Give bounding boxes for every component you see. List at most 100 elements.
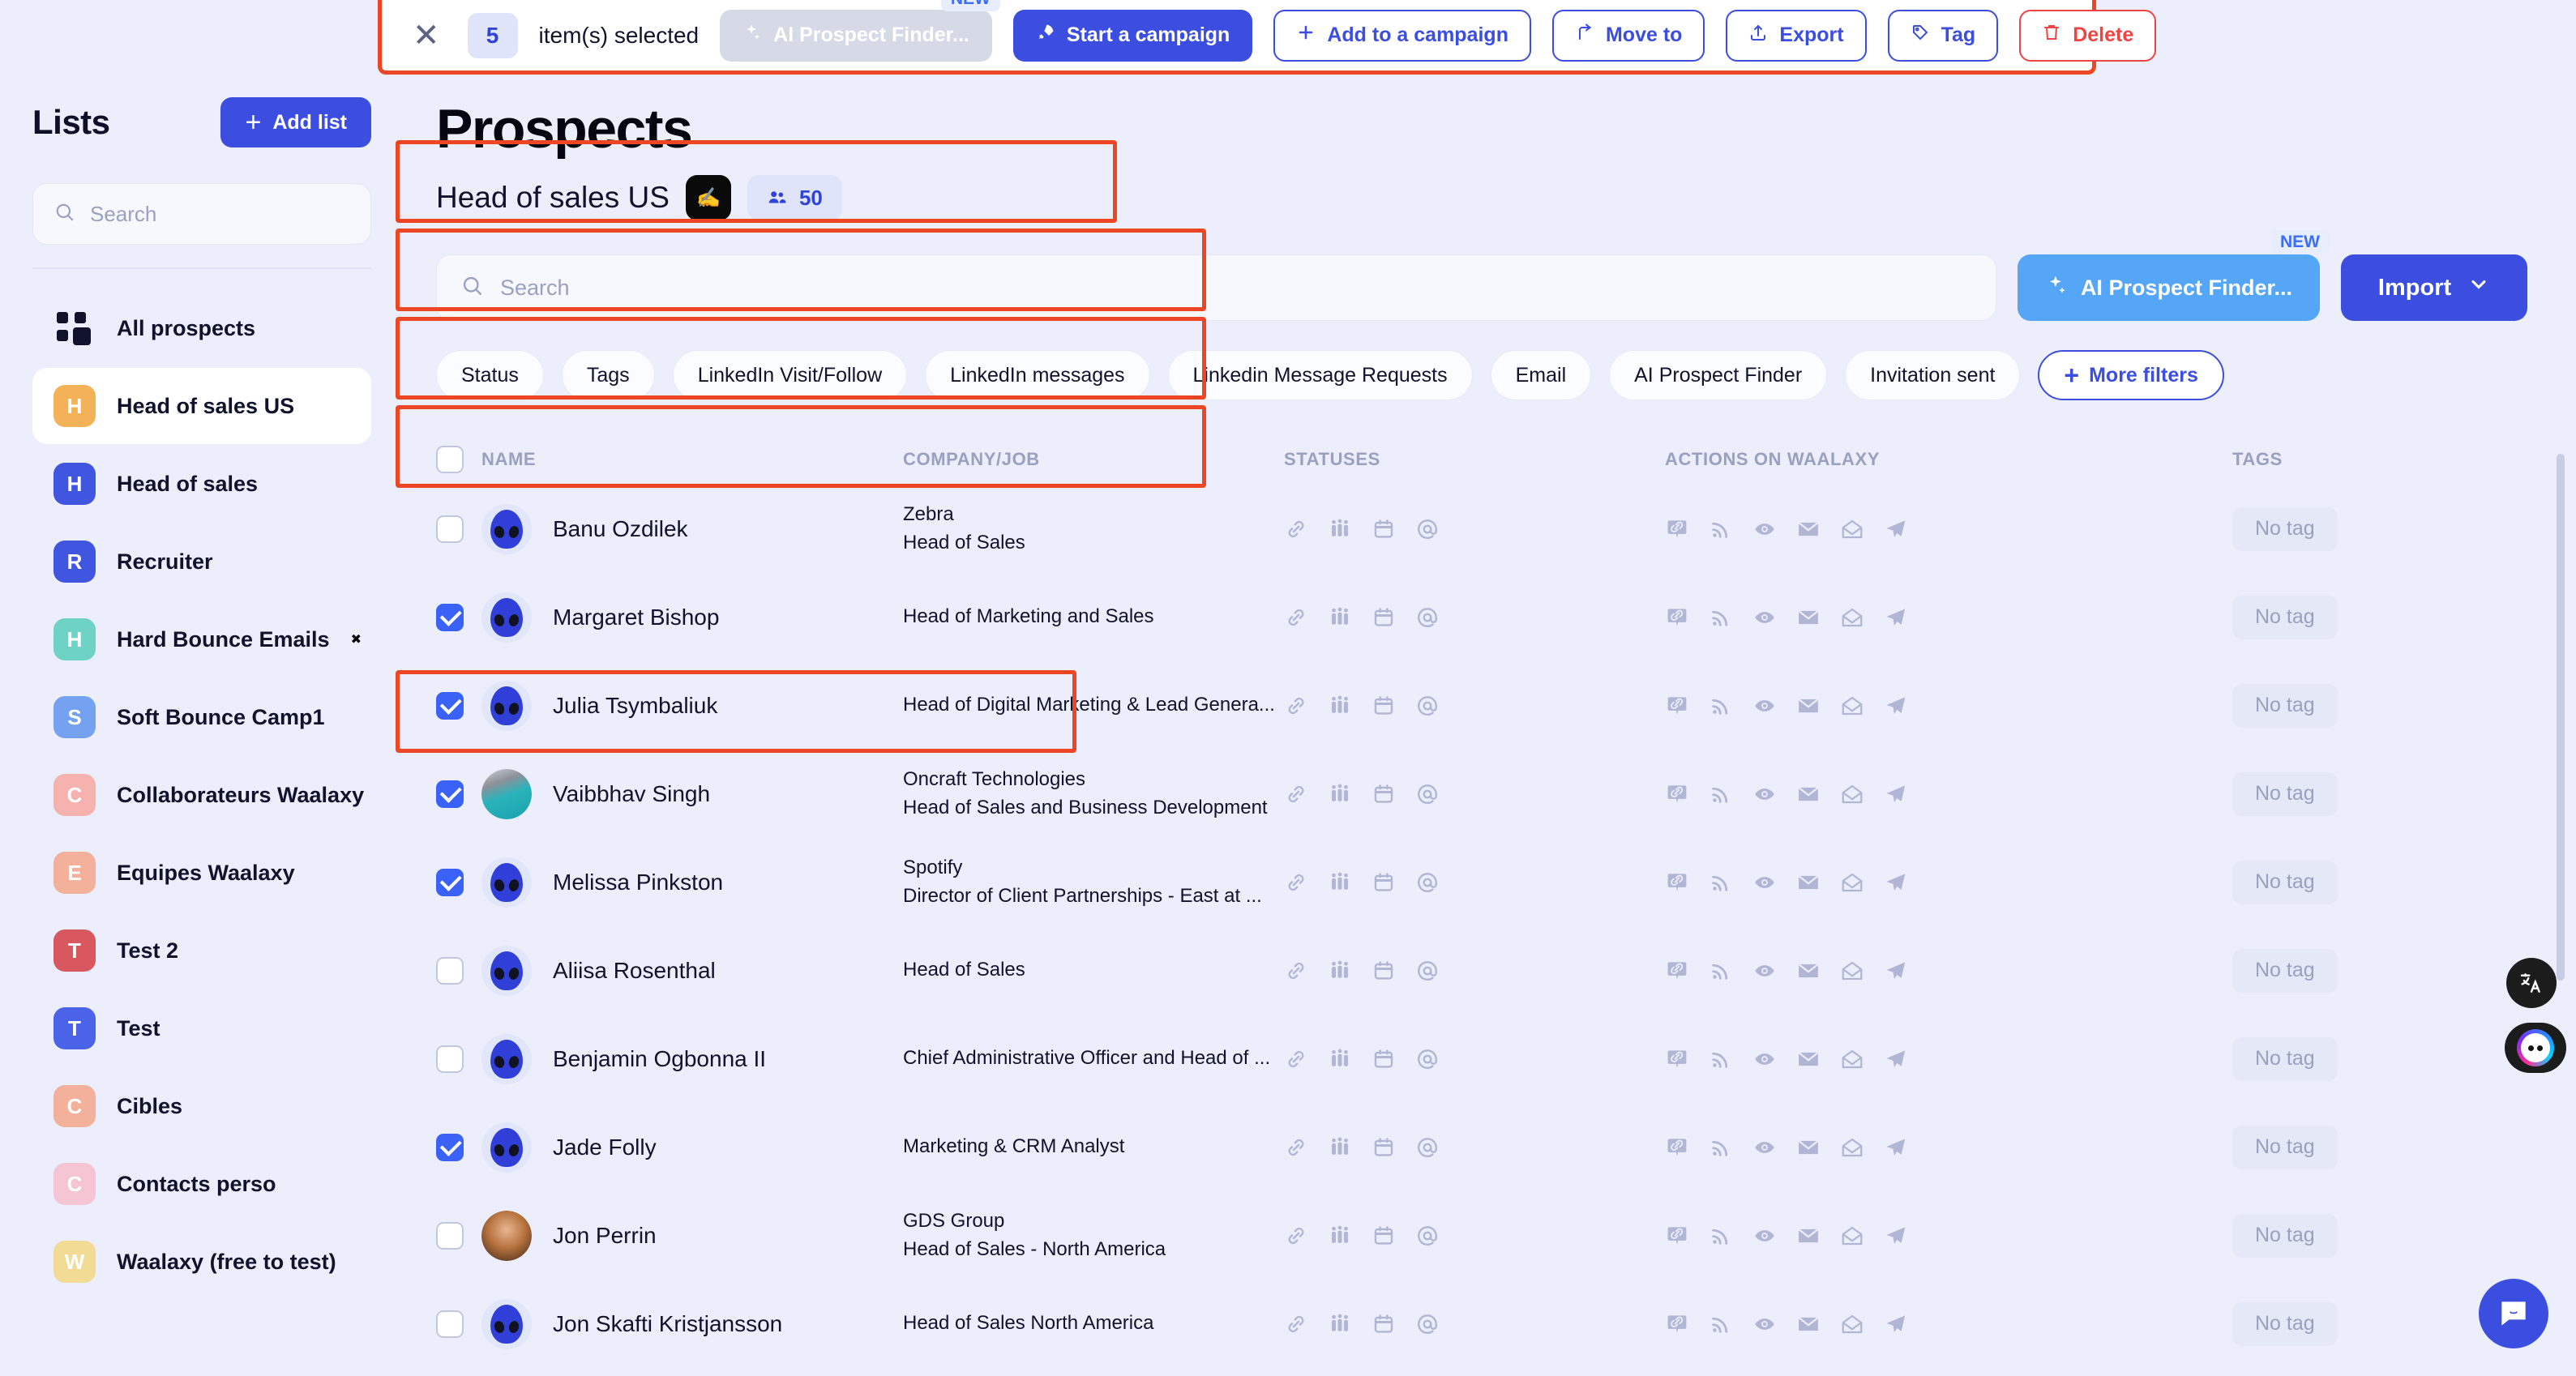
link-icon[interactable]	[1284, 782, 1308, 806]
at-icon[interactable]	[1415, 782, 1440, 806]
people-icon[interactable]	[1328, 694, 1352, 718]
sidebar-item-cibles[interactable]: C Cibles	[32, 1068, 371, 1144]
table-row[interactable]: Benjamin Ogbonna II Chief Administrative …	[436, 1015, 2527, 1103]
envelope-icon[interactable]	[1796, 1312, 1821, 1336]
delete-button[interactable]: Delete	[2019, 9, 2157, 62]
table-row[interactable]: Jon Skafti Kristjansson Head of Sales Nor…	[436, 1280, 2527, 1368]
send-icon[interactable]	[1884, 517, 1908, 541]
tag-badge[interactable]: No tag	[2232, 1036, 2338, 1081]
envelope-icon[interactable]	[1796, 517, 1821, 541]
at-icon[interactable]	[1415, 870, 1440, 895]
at-icon[interactable]	[1415, 1047, 1440, 1071]
eye-icon[interactable]	[1752, 694, 1777, 718]
sidebar-item-contacts-perso[interactable]: C Contacts perso	[32, 1146, 371, 1222]
vertical-scrollbar[interactable]	[2557, 454, 2565, 981]
link-icon[interactable]	[1284, 1312, 1308, 1336]
add-list-button[interactable]: + Add list	[220, 97, 371, 147]
message-link-icon[interactable]	[1665, 959, 1689, 983]
sidebar-item-collaborateurs-waalaxy[interactable]: C Collaborateurs Waalaxy	[32, 757, 371, 833]
sidebar-search[interactable]	[32, 183, 371, 245]
tag-badge[interactable]: No tag	[2232, 506, 2338, 551]
send-icon[interactable]	[1884, 1135, 1908, 1160]
rss-icon[interactable]	[1709, 694, 1733, 718]
row-checkbox[interactable]	[436, 515, 464, 543]
rss-icon[interactable]	[1709, 1135, 1733, 1160]
send-icon[interactable]	[1884, 1224, 1908, 1248]
calendar-icon[interactable]	[1371, 1312, 1396, 1336]
eye-icon[interactable]	[1752, 1224, 1777, 1248]
envelope-icon[interactable]	[1796, 959, 1821, 983]
row-checkbox[interactable]	[436, 603, 464, 631]
translate-button[interactable]	[2506, 958, 2557, 1008]
eye-icon[interactable]	[1752, 1135, 1777, 1160]
filter-chip-linkedin-message-requests[interactable]: Linkedin Message Requests	[1167, 350, 1473, 400]
eye-icon[interactable]	[1752, 959, 1777, 983]
sidebar-item-hard-bounce-emails[interactable]: H Hard Bounce Emails ✖	[32, 601, 371, 677]
people-icon[interactable]	[1328, 782, 1352, 806]
sidebar-item-waalaxy-free-to-test[interactable]: W Waalaxy (free to test)	[32, 1224, 371, 1300]
at-icon[interactable]	[1415, 1224, 1440, 1248]
eye-icon[interactable]	[1752, 782, 1777, 806]
envelope-icon[interactable]	[1796, 1047, 1821, 1071]
row-checkbox[interactable]	[436, 1221, 464, 1250]
people-icon[interactable]	[1328, 1312, 1352, 1336]
chat-button[interactable]	[2479, 1279, 2548, 1348]
message-link-icon[interactable]	[1665, 1224, 1689, 1248]
table-row[interactable]: Vaibbhav Singh Oncraft Technologies Head o…	[436, 750, 2527, 838]
message-link-icon[interactable]	[1665, 1312, 1689, 1336]
calendar-icon[interactable]	[1371, 605, 1396, 630]
filter-chip-tags[interactable]: Tags	[561, 350, 655, 400]
row-checkbox[interactable]	[436, 1310, 464, 1338]
send-icon[interactable]	[1884, 1047, 1908, 1071]
select-all-checkbox[interactable]	[436, 446, 464, 473]
calendar-icon[interactable]	[1371, 782, 1396, 806]
send-icon[interactable]	[1884, 694, 1908, 718]
table-row[interactable]: Jon Perrin GDS Group Head of Sales - North…	[436, 1191, 2527, 1280]
people-icon[interactable]	[1328, 870, 1352, 895]
calendar-icon[interactable]	[1371, 517, 1396, 541]
at-icon[interactable]	[1415, 1135, 1440, 1160]
open-envelope-icon[interactable]	[1840, 1224, 1864, 1248]
open-envelope-icon[interactable]	[1840, 605, 1864, 630]
rss-icon[interactable]	[1709, 605, 1733, 630]
open-envelope-icon[interactable]	[1840, 694, 1864, 718]
eye-icon[interactable]	[1752, 870, 1777, 895]
sidebar-item-equipes-waalaxy[interactable]: E Equipes Waalaxy	[32, 835, 371, 911]
at-icon[interactable]	[1415, 605, 1440, 630]
export-button[interactable]: Export	[1726, 9, 1867, 62]
tag-badge[interactable]: No tag	[2232, 1301, 2338, 1346]
link-icon[interactable]	[1284, 694, 1308, 718]
at-icon[interactable]	[1415, 959, 1440, 983]
tag-badge[interactable]: No tag	[2232, 595, 2338, 639]
import-button[interactable]: Import	[2341, 254, 2527, 321]
link-icon[interactable]	[1284, 605, 1308, 630]
message-link-icon[interactable]	[1665, 1135, 1689, 1160]
envelope-icon[interactable]	[1796, 1135, 1821, 1160]
filter-chip-linkedin-visit-follow[interactable]: LinkedIn Visit/Follow	[672, 350, 908, 400]
calendar-icon[interactable]	[1371, 1047, 1396, 1071]
filter-chip-status[interactable]: Status	[436, 350, 544, 400]
link-icon[interactable]	[1284, 870, 1308, 895]
link-icon[interactable]	[1284, 1224, 1308, 1248]
send-icon[interactable]	[1884, 959, 1908, 983]
table-row[interactable]: Aliisa Rosenthal Head of Sales No tag	[436, 926, 2527, 1015]
more-filters-button[interactable]: + More filters	[2038, 350, 2224, 400]
rss-icon[interactable]	[1709, 517, 1733, 541]
link-icon[interactable]	[1284, 959, 1308, 983]
row-checkbox[interactable]	[436, 1133, 464, 1161]
sidebar-item-head-of-sales[interactable]: H Head of sales	[32, 446, 371, 522]
table-row[interactable]: Melissa Pinkston Spotify Director of Clien…	[436, 838, 2527, 926]
message-link-icon[interactable]	[1665, 605, 1689, 630]
at-icon[interactable]	[1415, 517, 1440, 541]
filter-chip-invitation-sent[interactable]: Invitation sent	[1845, 350, 2021, 400]
open-envelope-icon[interactable]	[1840, 782, 1864, 806]
move-to-button[interactable]: Move to	[1551, 9, 1705, 62]
at-icon[interactable]	[1415, 694, 1440, 718]
open-envelope-icon[interactable]	[1840, 959, 1864, 983]
send-icon[interactable]	[1884, 870, 1908, 895]
rss-icon[interactable]	[1709, 1224, 1733, 1248]
envelope-icon[interactable]	[1796, 782, 1821, 806]
people-icon[interactable]	[1328, 1224, 1352, 1248]
table-row[interactable]: Banu Ozdilek Zebra Head of Sales No tag	[436, 485, 2527, 573]
ninja-assistant-button[interactable]	[2505, 1023, 2566, 1073]
